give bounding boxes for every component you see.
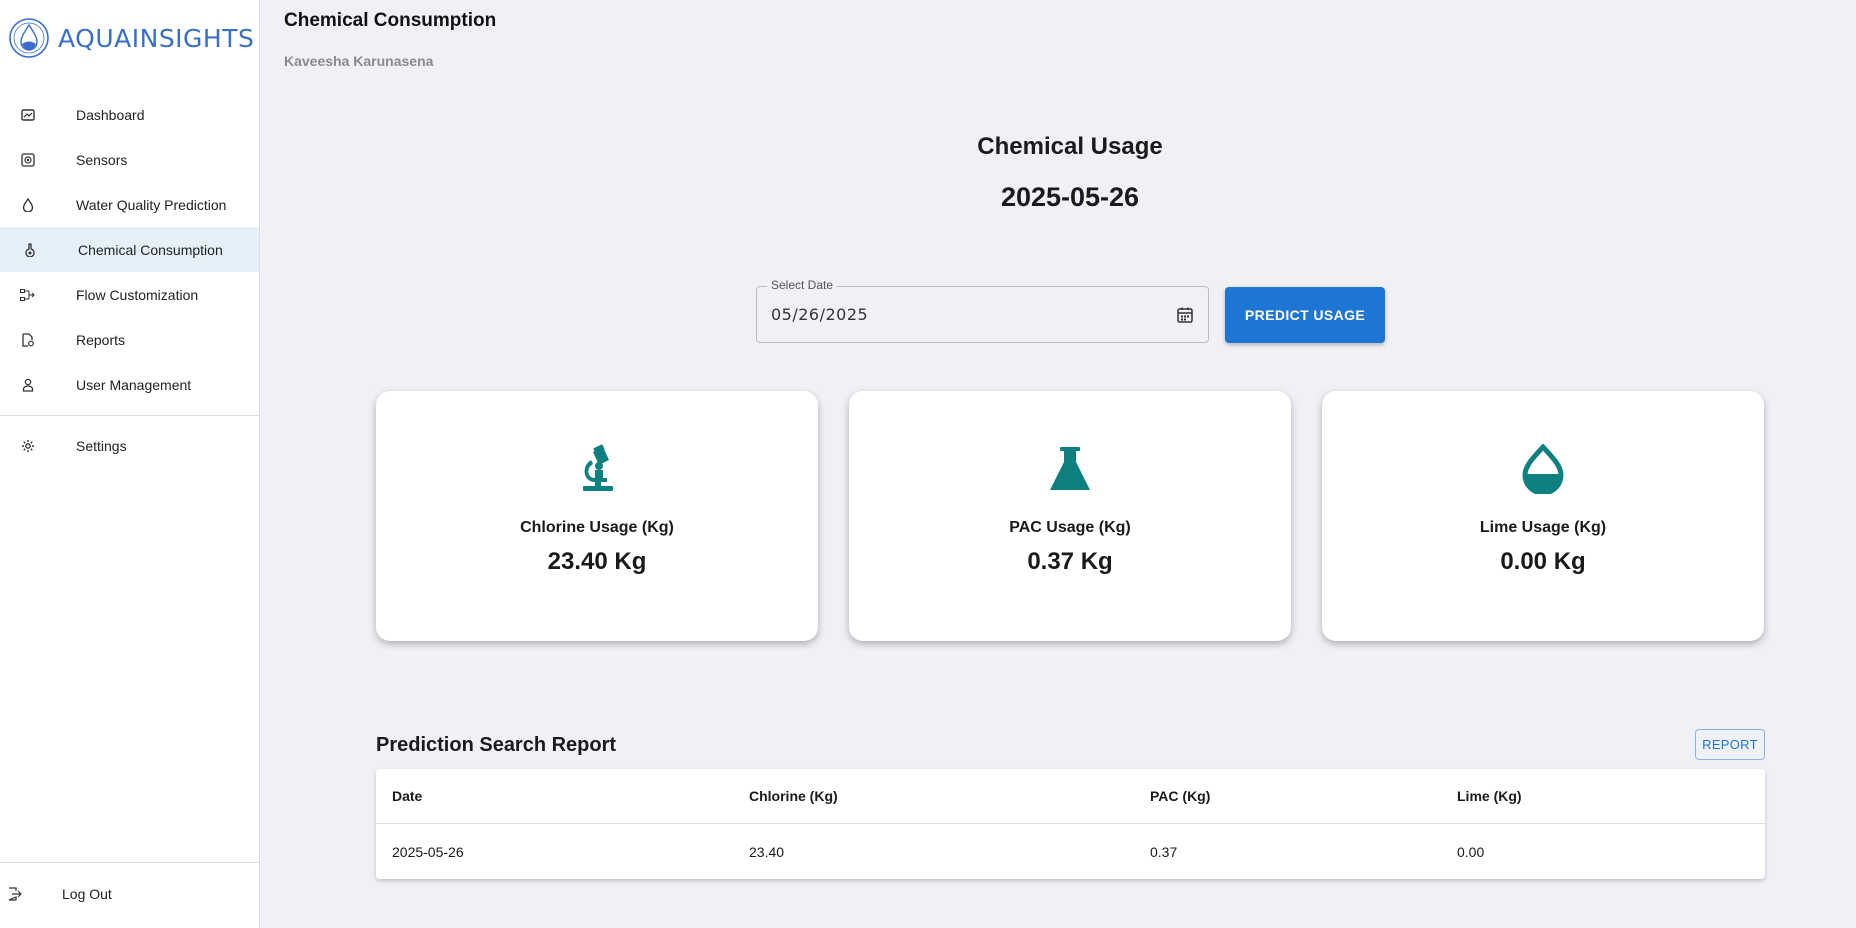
usage-title: Chemical Usage [977, 133, 1163, 160]
drop-icon [1522, 444, 1564, 494]
table-row[interactable]: 2025-05-26 23.40 0.37 0.00 [376, 825, 1765, 880]
page-header: Chemical Consumption [284, 10, 496, 32]
logout-label: Log Out [62, 885, 112, 902]
cell-lime: 0.00 [1457, 844, 1485, 860]
cell-pac: 0.37 [1150, 844, 1178, 860]
date-field-label: Select Date [767, 278, 838, 292]
chlorine-usage-value: 23.40 Kg [547, 548, 647, 575]
microscope-icon [583, 444, 613, 491]
logo-icon [9, 18, 49, 58]
bottom-divider [0, 862, 259, 863]
sidebar-item-label: User Management [76, 376, 192, 393]
table-header-row: Date Chlorine (Kg) PAC (Kg) Lime (Kg) [376, 769, 1765, 824]
sidebar-item-label: Chemical Consumption [78, 241, 223, 258]
pac-usage-value: 0.37 Kg [1027, 548, 1113, 575]
sidebar-item-label: Dashboard [76, 106, 145, 123]
chlorine-usage-card: Chlorine Usage (Kg) 23.40 Kg [376, 391, 818, 641]
user-icon [20, 377, 36, 393]
brand-logo[interactable]: AQUAINSIGHTS [8, 16, 254, 60]
sidebar-item-settings[interactable]: Settings [0, 423, 259, 468]
flow-icon [20, 287, 36, 303]
lime-usage-label: Lime Usage (Kg) [1479, 519, 1607, 536]
nav-divider [0, 415, 259, 416]
pac-usage-label: PAC Usage (Kg) [1009, 519, 1131, 536]
report-title: Prediction Search Report [376, 734, 617, 756]
column-header-date[interactable]: Date [392, 788, 422, 804]
sidebar-item-flow-customization[interactable]: Flow Customization [0, 272, 259, 317]
chlorine-usage-label: Chlorine Usage (Kg) [520, 519, 674, 536]
dashboard-icon [20, 107, 36, 123]
cell-chlorine: 23.40 [749, 844, 785, 860]
pac-usage-card: PAC Usage (Kg) 0.37 Kg [849, 391, 1291, 641]
flask-icon [1050, 447, 1090, 490]
prediction-report-table: Date Chlorine (Kg) PAC (Kg) Lime (Kg) 20… [376, 769, 1765, 879]
sidebar-item-label: Settings [76, 437, 127, 454]
sidebar-item-chemical-consumption[interactable]: Chemical Consumption [0, 227, 259, 272]
column-header-chlorine[interactable]: Chlorine (Kg) [749, 788, 838, 804]
column-header-lime[interactable]: Lime (Kg) [1457, 788, 1522, 804]
report-icon [20, 332, 36, 348]
sidebar-item-user-management[interactable]: User Management [0, 362, 259, 407]
user-name: Kaveesha Karunasena [284, 53, 434, 69]
lime-usage-value: 0.00 Kg [1500, 548, 1586, 575]
gear-icon [20, 438, 36, 454]
page-title: Chemical Consumption [284, 10, 497, 31]
predict-usage-button[interactable]: PREDICT USAGE [1225, 287, 1385, 343]
calendar-icon[interactable] [1176, 306, 1194, 324]
usage-date: 2025-05-26 [1000, 182, 1140, 212]
date-input[interactable]: 05/26/2025 [771, 305, 868, 324]
logout-button[interactable]: Log Out [0, 871, 259, 916]
sidebar-item-label: Flow Customization [76, 286, 199, 303]
report-button[interactable]: REPORT [1695, 729, 1765, 760]
flask-icon [22, 242, 38, 258]
cell-date: 2025-05-26 [392, 844, 464, 860]
lime-usage-card: Lime Usage (Kg) 0.00 Kg [1322, 391, 1764, 641]
brand-name: AQUAINSIGHTS [58, 23, 255, 53]
column-header-pac[interactable]: PAC (Kg) [1150, 788, 1210, 804]
logout-icon [8, 886, 22, 901]
date-field[interactable]: Select Date 05/26/2025 [756, 278, 1209, 343]
sidebar-item-label: Reports [76, 331, 126, 348]
sidebar-item-dashboard[interactable]: Dashboard [0, 92, 259, 137]
sidebar-item-reports[interactable]: Reports [0, 317, 259, 362]
